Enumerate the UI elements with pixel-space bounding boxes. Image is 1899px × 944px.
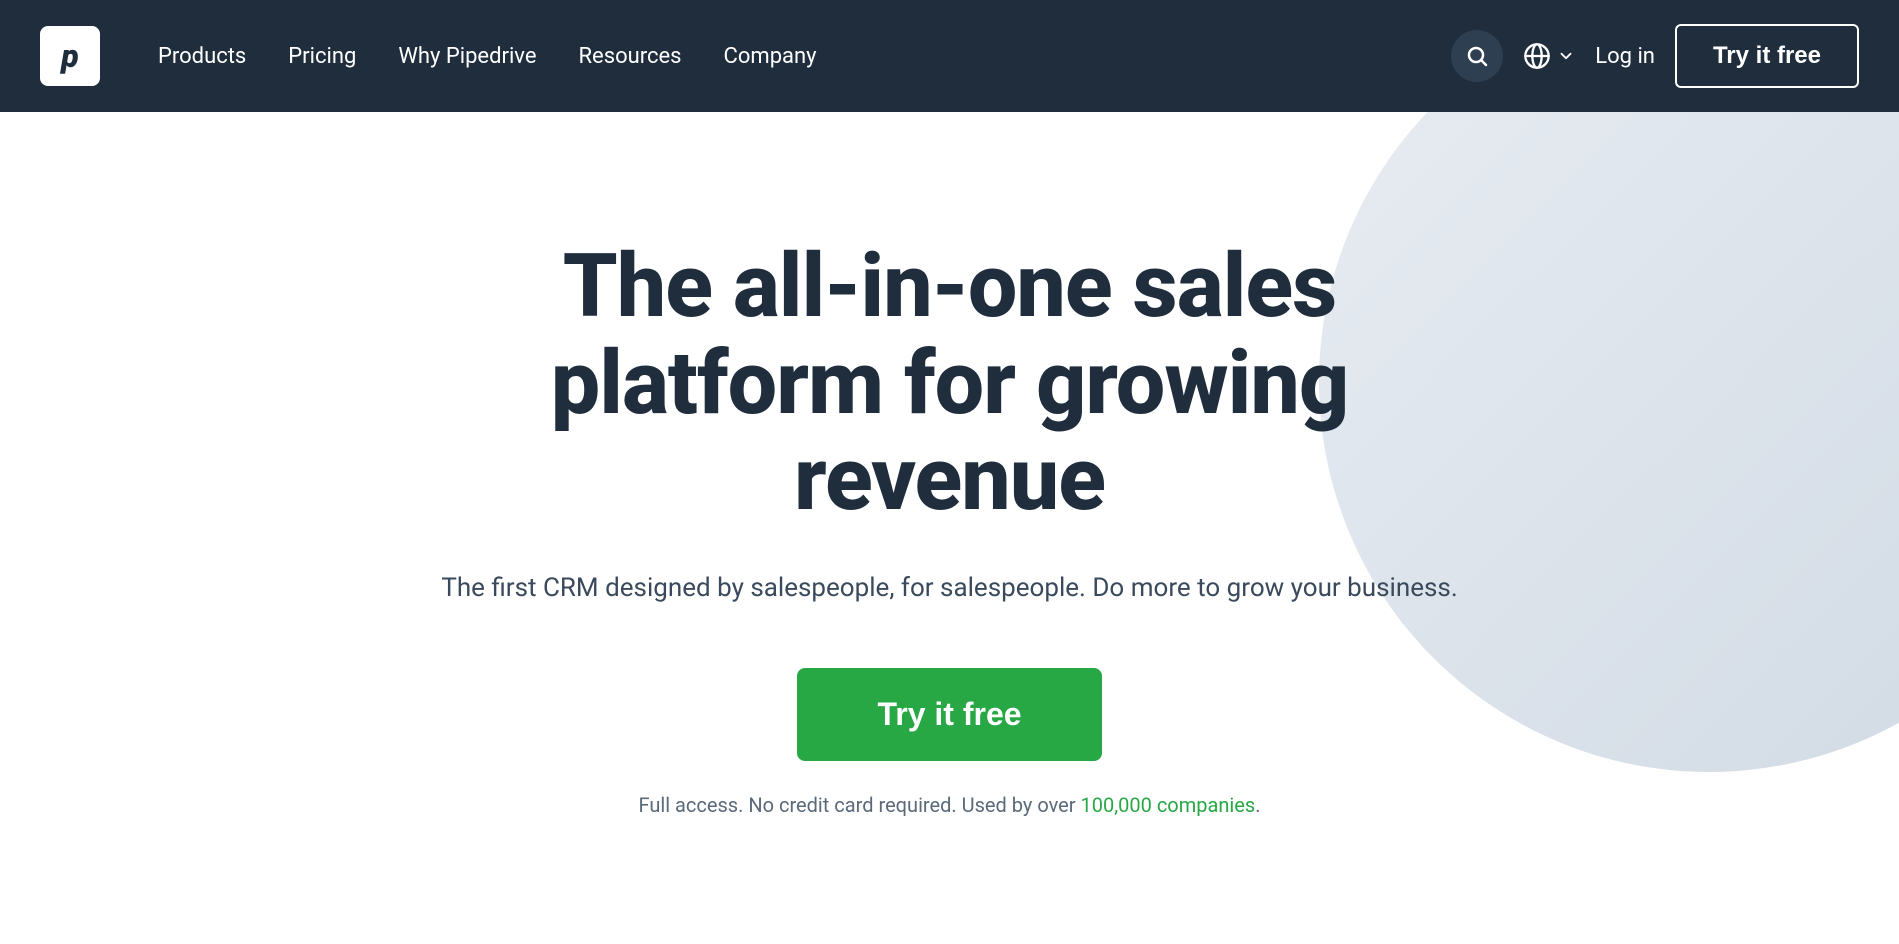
hero-content: The all-in-one sales platform for growin… — [400, 239, 1500, 817]
hero-subtitle: The first CRM designed by salespeople, f… — [400, 569, 1500, 608]
fine-print-after: . — [1255, 793, 1260, 817]
nav-resources[interactable]: Resources — [561, 34, 700, 79]
nav-links: Products Pricing Why Pipedrive Resources… — [140, 34, 1451, 79]
language-button[interactable] — [1523, 42, 1575, 70]
hero-title: The all-in-one sales platform for growin… — [400, 239, 1500, 529]
chevron-down-icon — [1557, 47, 1575, 65]
logo-letter: p — [61, 37, 78, 75]
nav-products[interactable]: Products — [140, 34, 264, 79]
nav-company[interactable]: Company — [706, 34, 835, 79]
nav-try-free-button[interactable]: Try it free — [1675, 24, 1859, 88]
hero-fine-print: Full access. No credit card required. Us… — [400, 793, 1500, 817]
hero-section: The all-in-one sales platform for growin… — [0, 112, 1899, 944]
nav-pricing[interactable]: Pricing — [270, 34, 374, 79]
search-icon — [1465, 44, 1489, 68]
nav-right: Log in Try it free — [1451, 24, 1859, 88]
navbar: p Products Pricing Why Pipedrive Resourc… — [0, 0, 1899, 112]
fine-print-highlight: 100,000 companies — [1081, 793, 1256, 817]
hero-try-free-button[interactable]: Try it free — [797, 668, 1101, 761]
logo[interactable]: p — [40, 26, 100, 86]
search-button[interactable] — [1451, 30, 1503, 82]
nav-why-pipedrive[interactable]: Why Pipedrive — [380, 34, 554, 79]
globe-icon — [1523, 42, 1551, 70]
fine-print-before: Full access. No credit card required. Us… — [639, 793, 1081, 817]
login-link[interactable]: Log in — [1595, 44, 1655, 69]
